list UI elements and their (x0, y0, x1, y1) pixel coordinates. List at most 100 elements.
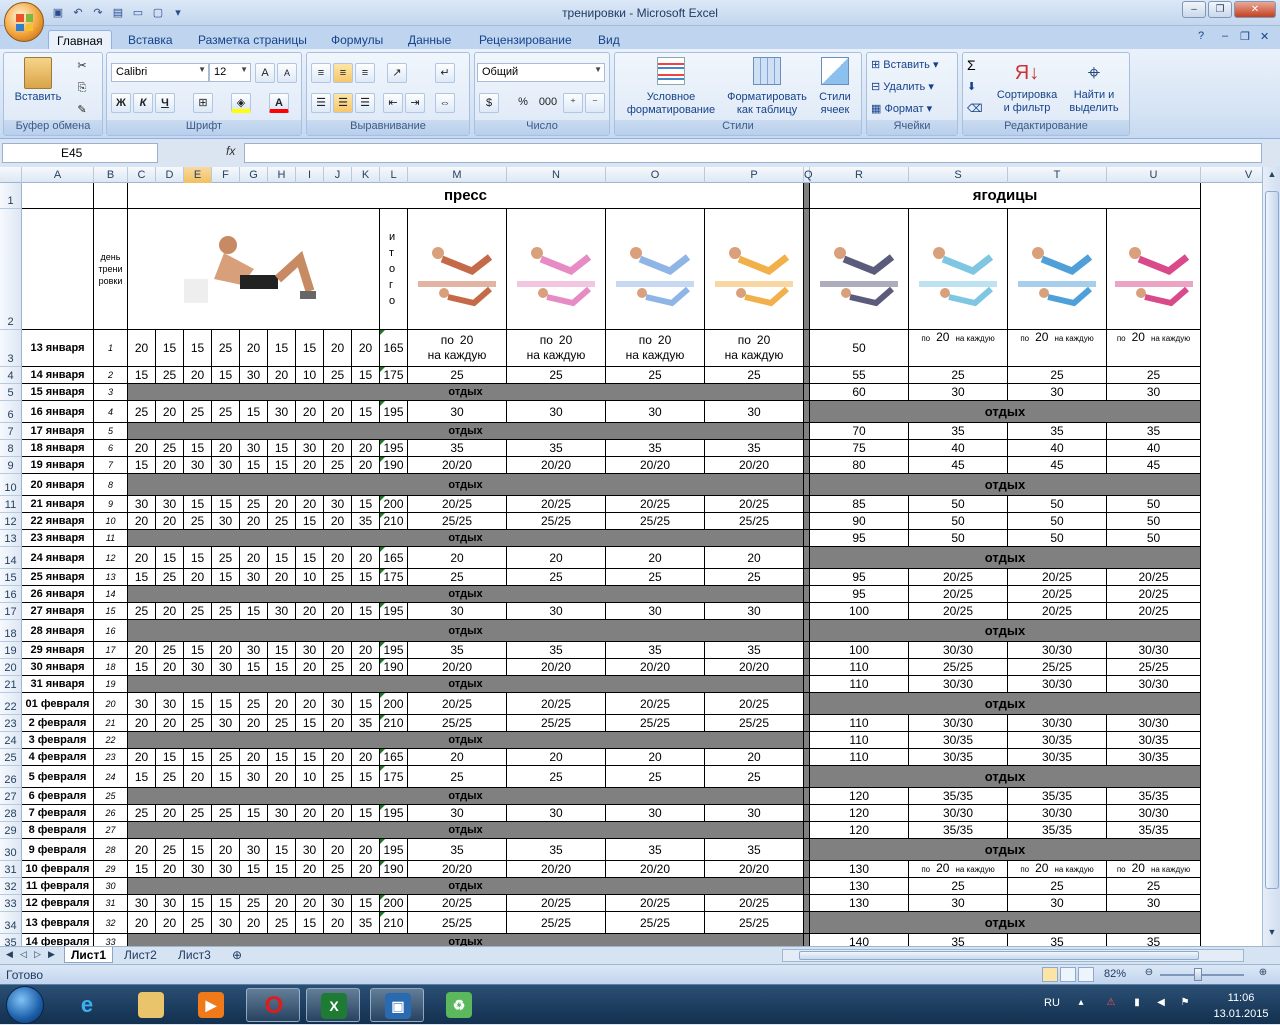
row-header[interactable]: 20 (0, 659, 22, 676)
rest-cell[interactable]: отдых (810, 766, 1201, 788)
reps-cell[interactable]: 20 (128, 715, 156, 732)
press-value-cell[interactable]: 25 (408, 367, 507, 384)
insert-sheet-icon[interactable]: ⊕ (226, 947, 248, 963)
glutes-value-cell[interactable]: 70 (810, 423, 909, 440)
press-value-cell[interactable]: 20 (507, 749, 606, 766)
reps-cell[interactable]: 25 (156, 367, 184, 384)
fill-color-icon[interactable]: ◈ (231, 93, 251, 113)
press-value-cell[interactable]: 20/20 (507, 861, 606, 878)
day-number-cell[interactable]: 13 (94, 569, 128, 586)
reps-cell[interactable]: 30 (128, 895, 156, 912)
reps-cell[interactable]: 20 (268, 367, 296, 384)
reps-cell[interactable]: 25 (156, 766, 184, 788)
glutes-value-cell[interactable]: 30/30 (1107, 715, 1201, 732)
reps-cell[interactable]: 20 (128, 513, 156, 530)
orientation-icon[interactable]: ↗ (387, 63, 407, 83)
reps-cell[interactable]: 15 (352, 367, 380, 384)
reps-cell[interactable]: 15 (352, 401, 380, 423)
glutes-value-cell[interactable]: 30 (909, 895, 1008, 912)
glutes-value-cell[interactable]: 50 (810, 330, 909, 367)
reps-cell[interactable]: 20 (156, 401, 184, 423)
glutes-value-cell[interactable]: 25 (1008, 367, 1107, 384)
reps-cell[interactable]: 30 (240, 440, 268, 457)
glutes-value-cell[interactable]: 95 (810, 569, 909, 586)
clear-icon[interactable]: ⌫ (967, 103, 983, 116)
rest-cell[interactable]: отдых (128, 384, 804, 401)
reps-cell[interactable]: 20 (240, 715, 268, 732)
day-number-cell[interactable]: 21 (94, 715, 128, 732)
reps-cell[interactable]: 20 (212, 642, 240, 659)
last-sheet-icon[interactable]: ▶ (48, 949, 55, 960)
reps-cell[interactable]: 20 (128, 749, 156, 766)
row-header[interactable]: 14 (0, 547, 22, 569)
reps-cell[interactable]: 25 (156, 569, 184, 586)
reps-cell[interactable]: 35 (352, 715, 380, 732)
reps-cell[interactable]: 30 (240, 569, 268, 586)
date-cell[interactable]: 22 января (22, 513, 94, 530)
row-header[interactable]: 6 (0, 401, 22, 423)
press-value-cell[interactable]: 25/25 (606, 715, 705, 732)
zoom-slider-handle[interactable] (1194, 968, 1202, 981)
normal-view-icon[interactable] (1042, 967, 1058, 982)
cell-a1[interactable] (22, 183, 94, 209)
reps-cell[interactable]: 20 (352, 457, 380, 474)
reps-cell[interactable]: 15 (156, 330, 184, 367)
formula-input[interactable] (244, 143, 1262, 163)
glutes-value-cell[interactable]: 75 (810, 440, 909, 457)
reps-cell[interactable]: 20 (184, 367, 212, 384)
date-cell[interactable]: 6 февраля (22, 788, 94, 805)
glutes-value-cell[interactable]: 30/30 (909, 715, 1008, 732)
taskbar-excel[interactable]: X (306, 988, 360, 1022)
reps-cell[interactable]: 20 (296, 895, 324, 912)
reps-cell[interactable]: 20 (156, 715, 184, 732)
rest-cell[interactable]: отдых (128, 620, 804, 642)
date-cell[interactable]: 21 января (22, 496, 94, 513)
row-header[interactable]: 22 (0, 693, 22, 715)
glutes-value-cell[interactable]: 35 (909, 423, 1008, 440)
copy-icon[interactable]: ⎘ (72, 79, 92, 99)
rest-cell[interactable]: отдых (128, 822, 804, 839)
currency-icon[interactable]: $ (479, 93, 499, 113)
glutes-value-cell[interactable]: по 20 на каждую (1107, 330, 1201, 367)
date-cell[interactable]: 13 февраля (22, 912, 94, 934)
press-value-cell[interactable]: 20/20 (507, 457, 606, 474)
day-number-cell[interactable]: 27 (94, 822, 128, 839)
glutes-value-cell[interactable]: 50 (909, 513, 1008, 530)
glutes-value-cell[interactable]: 25/25 (1008, 659, 1107, 676)
day-number-cell[interactable]: 5 (94, 423, 128, 440)
glutes-value-cell[interactable]: 30/30 (909, 805, 1008, 822)
glutes-value-cell[interactable]: по 20 на каждую (909, 330, 1008, 367)
clock[interactable]: 11:06 13.01.2015 (1208, 990, 1274, 1022)
column-header[interactable]: R (810, 167, 909, 183)
press-value-cell[interactable]: 30 (606, 401, 705, 423)
column-header[interactable]: D (156, 167, 184, 183)
reps-cell[interactable]: 15 (156, 547, 184, 569)
reps-cell[interactable]: 20 (352, 330, 380, 367)
taskbar-app[interactable]: ▣ (370, 988, 424, 1022)
day-number-cell[interactable]: 31 (94, 895, 128, 912)
press-value-cell[interactable]: 35 (408, 440, 507, 457)
glutes-value-cell[interactable]: 25/25 (1107, 659, 1201, 676)
column-header[interactable]: I (296, 167, 324, 183)
glutes-value-cell[interactable]: 20/25 (909, 586, 1008, 603)
reps-cell[interactable]: 20 (352, 440, 380, 457)
reps-cell[interactable]: 15 (128, 457, 156, 474)
day-number-cell[interactable]: 26 (94, 805, 128, 822)
italic-button[interactable]: К (133, 93, 153, 113)
press-value-cell[interactable]: 20 (606, 749, 705, 766)
reps-cell[interactable]: 20 (268, 766, 296, 788)
row-header[interactable]: 2 (0, 209, 22, 330)
total-cell[interactable]: 175 (380, 569, 408, 586)
tab-page-layout[interactable]: Разметка страницы (190, 30, 315, 50)
press-value-cell[interactable]: 20/25 (507, 693, 606, 715)
align-center-icon[interactable]: ☰ (333, 93, 353, 113)
reps-cell[interactable]: 30 (240, 766, 268, 788)
column-header[interactable]: N (507, 167, 606, 183)
day-number-cell[interactable]: 8 (94, 474, 128, 496)
reps-cell[interactable]: 15 (212, 766, 240, 788)
glutes-value-cell[interactable]: 50 (1008, 530, 1107, 547)
reps-cell[interactable]: 25 (212, 749, 240, 766)
zoom-slider[interactable] (1160, 974, 1244, 976)
press-value-cell[interactable]: 25/25 (606, 912, 705, 934)
reps-cell[interactable]: 25 (212, 805, 240, 822)
